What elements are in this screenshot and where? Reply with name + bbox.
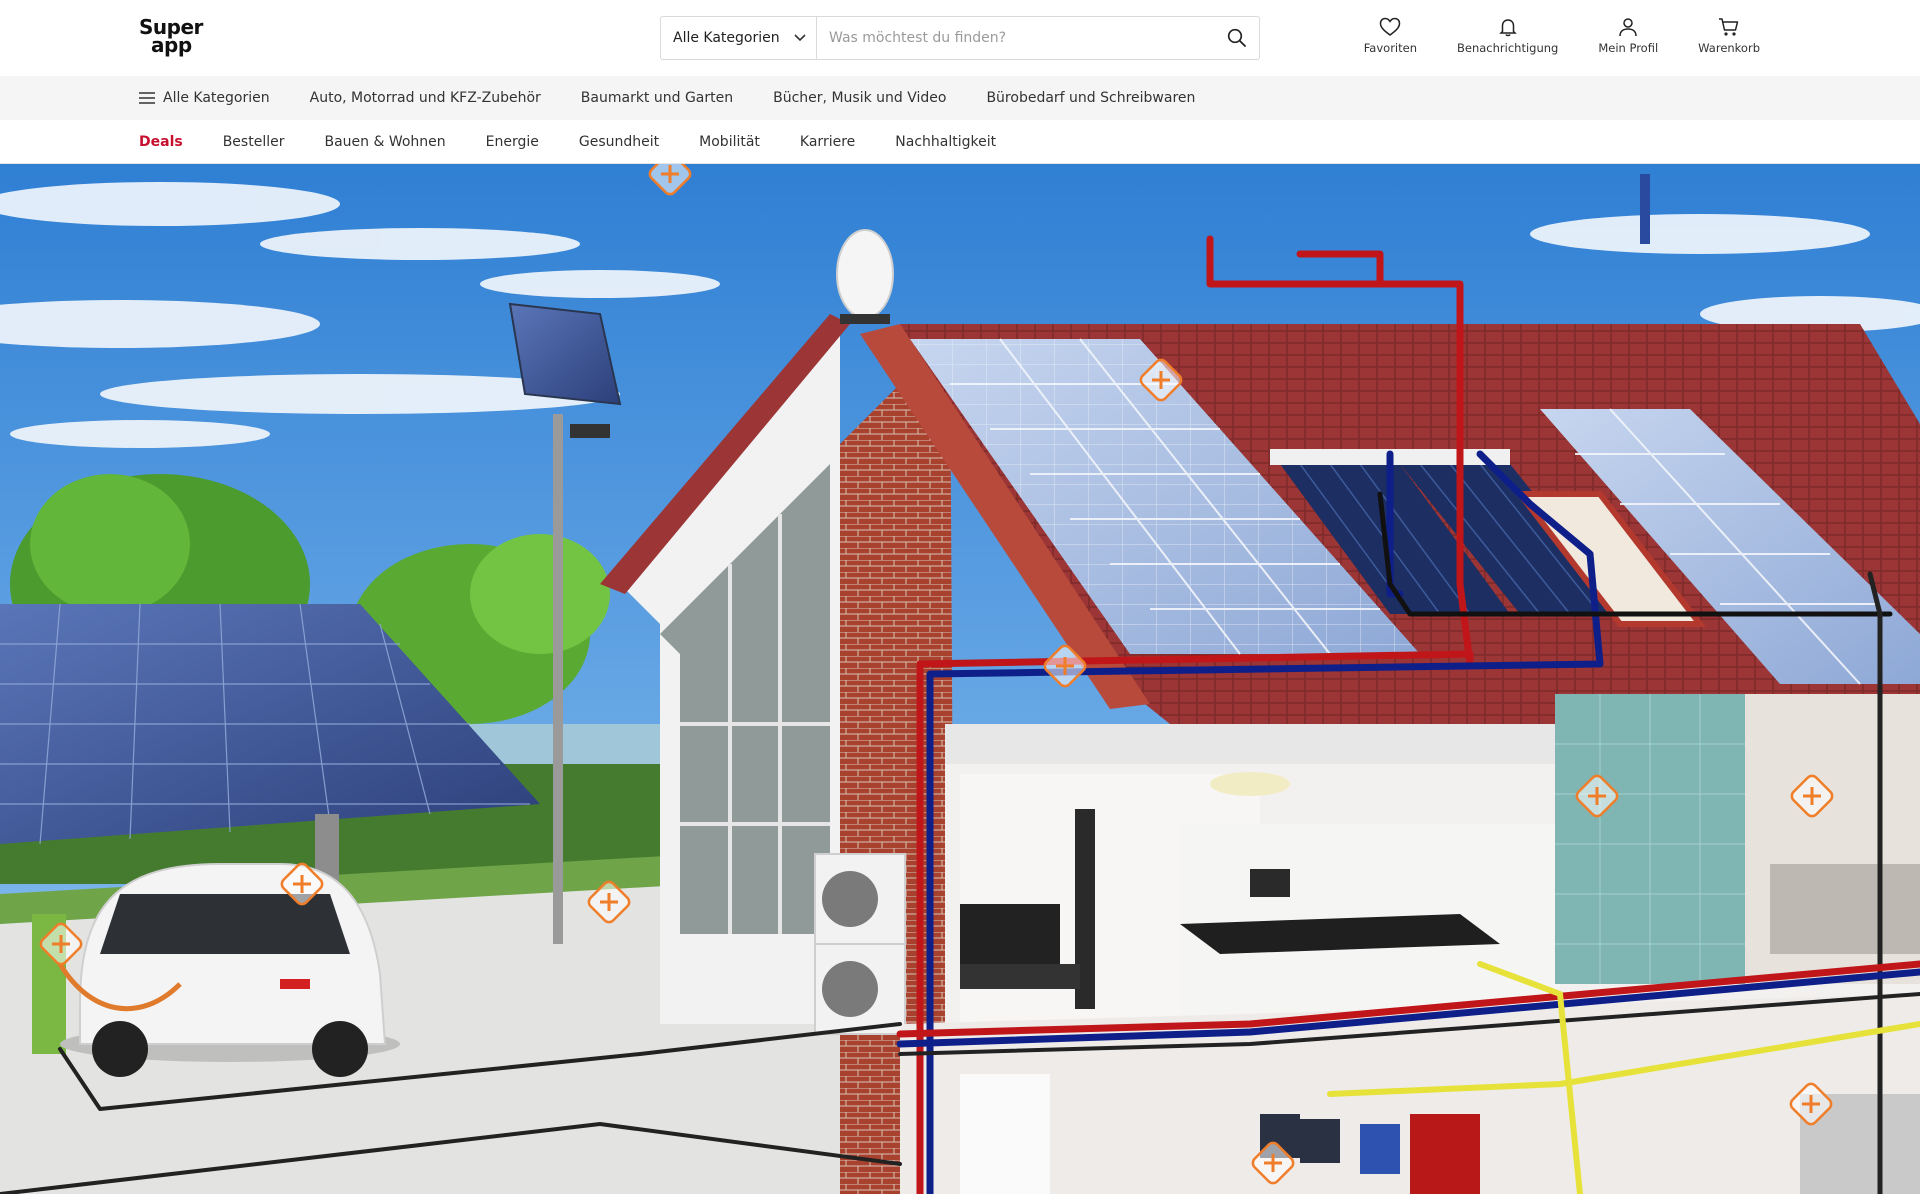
header: Super app Alle Kategorien Favoriten Bena… [0,0,1920,76]
search-input[interactable] [817,17,1215,59]
heart-icon [1380,17,1401,36]
cart-icon [1719,18,1739,36]
hotspot-plus-icon[interactable] [586,879,632,925]
profile-label: Mein Profil [1598,41,1659,55]
category-item-baumarkt[interactable]: Baumarkt und Garten [581,90,733,106]
subnav-item-bauen-wohnen[interactable]: Bauen & Wohnen [324,134,445,150]
search-button[interactable] [1215,17,1259,59]
all-categories-menu[interactable]: Alle Kategorien [139,90,270,106]
smart-home-illustration [0,164,1920,1194]
subnav-item-gesundheit[interactable]: Gesundheit [579,134,659,150]
hero-image [0,164,1920,1194]
header-actions: Favoriten Benachrichtigung Mein Profil W… [1344,17,1780,55]
user-icon [1619,18,1637,37]
subnav-item-deals[interactable]: Deals [139,134,183,150]
sub-navigation: Deals Besteller Bauen & Wohnen Energie G… [0,120,1920,164]
category-item-auto[interactable]: Auto, Motorrad und KFZ-Zubehör [310,90,541,106]
hotspot-plus-icon[interactable] [1574,773,1620,819]
search-icon [1227,28,1246,47]
hotspot-plus-icon[interactable] [1788,1081,1834,1127]
favorites-button[interactable]: Favoriten [1344,17,1437,55]
category-item-buerobedarf[interactable]: Bürobedarf und Schreibwaren [986,90,1195,106]
search-bar: Alle Kategorien [660,16,1260,60]
bell-icon [1498,19,1517,37]
hamburger-icon [139,92,155,104]
category-bar: Alle Kategorien Auto, Motorrad und KFZ-Z… [0,76,1920,120]
subnav-item-energie[interactable]: Energie [486,134,539,150]
subnav-item-besteller[interactable]: Besteller [223,134,285,150]
hotspot-plus-icon[interactable] [1042,643,1088,689]
hotspot-plus-icon[interactable] [279,861,325,907]
cart-label: Warenkorb [1698,41,1760,55]
notifications-button[interactable]: Benachrichtigung [1437,17,1578,55]
hotspot-plus-icon[interactable] [38,921,84,967]
search-category-label: Alle Kategorien [673,30,780,46]
profile-button[interactable]: Mein Profil [1578,17,1678,55]
category-item-buecher[interactable]: Bücher, Musik und Video [773,90,946,106]
notifications-label: Benachrichtigung [1457,41,1559,55]
hotspot-plus-icon[interactable] [647,164,693,197]
hotspot-plus-icon[interactable] [1138,357,1184,403]
chevron-down-icon [794,34,806,42]
subnav-item-nachhaltigkeit[interactable]: Nachhaltigkeit [895,134,996,150]
search-category-select[interactable]: Alle Kategorien [661,17,817,59]
logo[interactable]: Super app [139,17,203,55]
subnav-item-karriere[interactable]: Karriere [800,134,855,150]
cart-button[interactable]: Warenkorb [1678,17,1780,55]
all-categories-label: Alle Kategorien [163,90,270,106]
hotspot-plus-icon[interactable] [1250,1140,1296,1186]
hotspot-plus-icon[interactable] [1789,773,1835,819]
favorites-label: Favoriten [1363,41,1417,55]
subnav-item-mobilitaet[interactable]: Mobilität [699,134,760,150]
